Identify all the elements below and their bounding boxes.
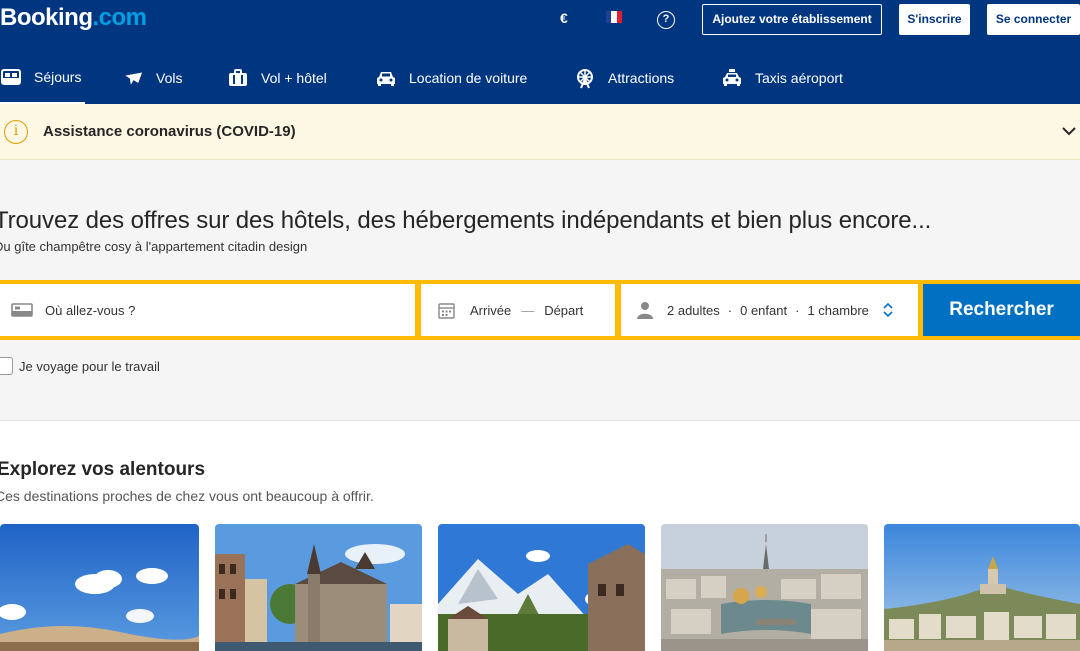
plane-icon <box>122 67 144 89</box>
nav-label: Vol + hôtel <box>261 70 327 86</box>
work-travel-option[interactable]: Je voyage pour le travail <box>0 357 160 375</box>
separator: · <box>795 302 800 318</box>
nav-item-flight-hotel[interactable]: Vol + hôtel <box>227 52 327 104</box>
nav-item-attractions[interactable]: Attractions <box>574 52 674 104</box>
nav-item-airport-taxis[interactable]: Taxis aéroport <box>721 52 843 104</box>
destination-image <box>0 524 199 651</box>
destination-image <box>438 524 645 651</box>
guests-selector[interactable]: 2 adultes · 0 enfant · 1 chambre <box>621 284 918 336</box>
bed-icon <box>11 302 33 318</box>
rooms-count: 1 chambre <box>807 302 869 318</box>
nav-item-flights[interactable]: Vols <box>122 52 182 104</box>
page-subtitle: Du gîte champêtre cosy à l'appartement c… <box>0 239 308 254</box>
section-subtitle: Ces destinations proches de chez vous on… <box>0 488 374 504</box>
main-nav: Séjours Vols Vol + hôtel Location de voi… <box>0 52 1080 104</box>
bed-icon <box>0 66 22 88</box>
nav-label: Location de voiture <box>409 70 528 86</box>
list-property-button[interactable]: Ajoutez votre établissement <box>702 4 882 35</box>
adults-count: 2 adultes <box>667 302 720 318</box>
nav-label: Séjours <box>34 69 82 85</box>
language-flag-icon[interactable] <box>606 11 622 23</box>
page-title: Trouvez des offres sur des hôtels, des h… <box>0 207 932 234</box>
signup-button[interactable]: S'inscrire <box>899 4 970 35</box>
destination-image <box>884 524 1080 651</box>
work-travel-label: Je voyage pour le travail <box>19 358 160 374</box>
section-title: Explorez vos alentours <box>0 459 206 480</box>
date-separator: — <box>521 302 535 318</box>
currency-selector[interactable]: € <box>560 10 568 26</box>
search-button[interactable]: Rechercher <box>923 284 1080 336</box>
checkout-label: Départ <box>544 302 584 318</box>
nav-item-stays[interactable]: Séjours <box>0 52 85 104</box>
search-bar: Où allez-vous ? Arrivée — Départ 2 adult… <box>0 280 1080 340</box>
sort-arrows-icon <box>883 303 893 317</box>
ferris-wheel-icon <box>574 67 596 89</box>
checkin-label: Arrivée <box>470 302 512 318</box>
date-picker[interactable]: Arrivée — Départ <box>421 284 615 336</box>
covid-banner-text: Assistance coronavirus (COVID-19) <box>43 123 296 140</box>
chevron-down-icon[interactable] <box>1060 122 1078 140</box>
nav-label: Attractions <box>608 70 675 86</box>
destination-field[interactable]: Où allez-vous ? <box>0 284 415 336</box>
destination-card[interactable] <box>215 524 422 651</box>
destination-card[interactable] <box>661 524 868 651</box>
nav-label: Taxis aéroport <box>755 70 843 86</box>
help-icon[interactable]: ? <box>657 11 675 29</box>
destination-image <box>215 524 422 651</box>
calendar-icon <box>438 302 455 319</box>
nav-label: Vols <box>156 70 183 86</box>
nav-item-car-rental[interactable]: Location de voiture <box>375 52 527 104</box>
destination-card[interactable] <box>438 524 645 651</box>
suitcase-icon <box>227 67 249 89</box>
car-icon <box>375 67 397 89</box>
person-icon <box>637 301 653 319</box>
login-button[interactable]: Se connecter <box>987 4 1080 35</box>
info-icon: i <box>4 120 28 144</box>
separator: · <box>727 302 733 318</box>
work-travel-checkbox[interactable] <box>0 357 13 375</box>
header: Booking.com € ? Ajoutez votre établissem… <box>0 0 1080 104</box>
destination-image <box>661 524 868 651</box>
destination-placeholder: Où allez-vous ? <box>45 302 136 318</box>
covid-banner[interactable]: i Assistance coronavirus (COVID-19) <box>0 104 1080 160</box>
destination-card[interactable] <box>0 524 199 651</box>
destination-card[interactable] <box>884 524 1080 651</box>
children-count: 0 enfant <box>740 302 788 318</box>
taxi-icon <box>721 67 743 89</box>
booking-logo[interactable]: Booking.com <box>0 4 147 32</box>
